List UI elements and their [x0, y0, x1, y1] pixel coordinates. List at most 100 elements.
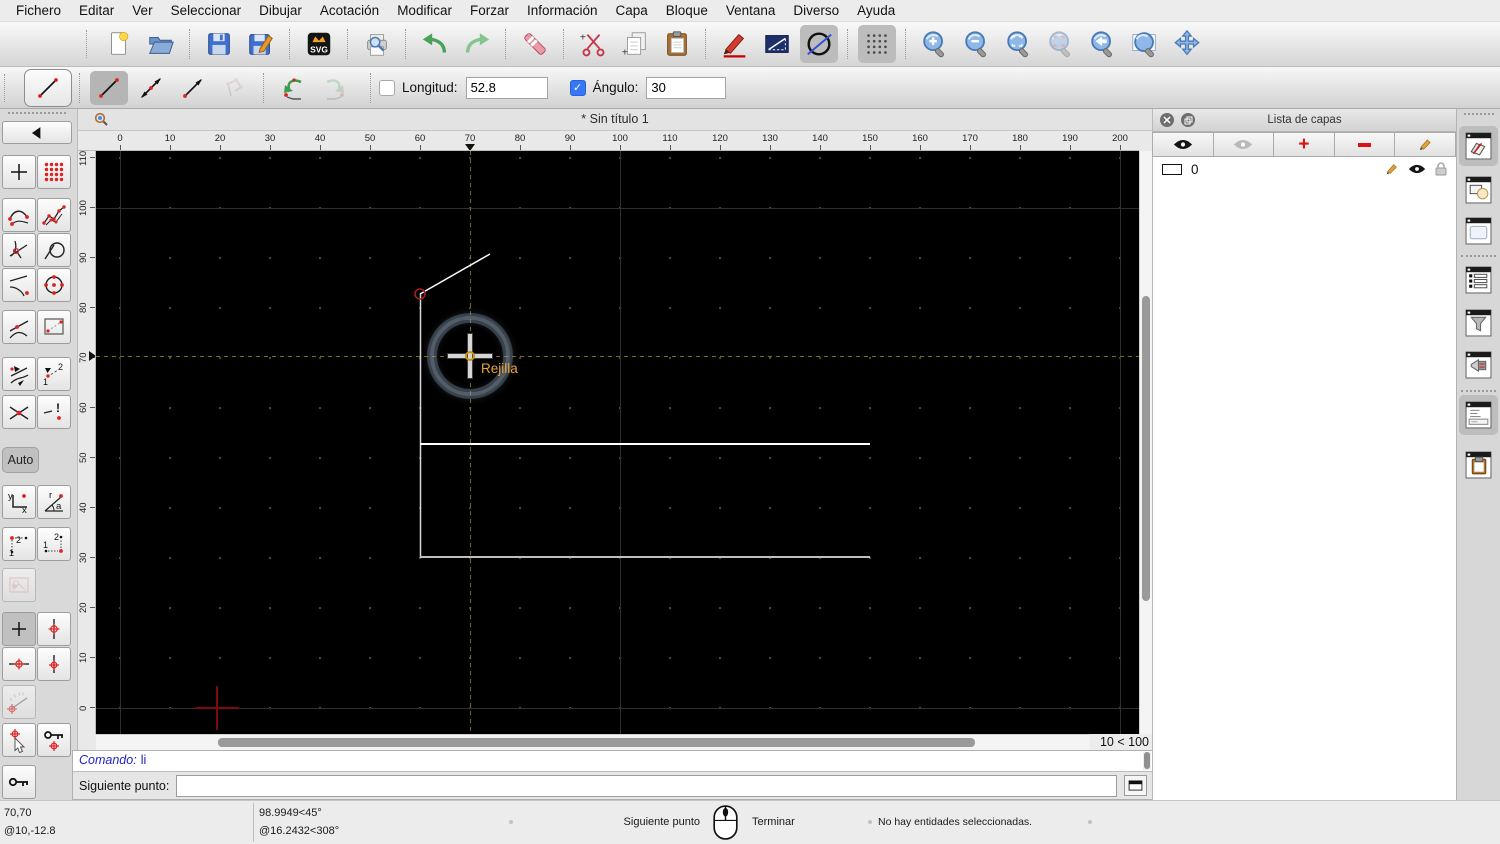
line-segment-button[interactable]	[90, 70, 128, 105]
points-grid-button[interactable]	[37, 155, 71, 189]
polyline-points-button[interactable]	[37, 198, 71, 232]
order-12-a-button[interactable]: 21	[2, 527, 36, 561]
menu-bloque[interactable]: Bloque	[657, 3, 717, 18]
line-exclaim-button[interactable]: !	[37, 395, 71, 429]
menu-modificar[interactable]: Modificar	[388, 3, 461, 18]
layer-row[interactable]: 0	[1153, 157, 1456, 181]
pen-edit-button[interactable]	[716, 25, 754, 63]
order-12-button[interactable]: 12	[37, 357, 71, 391]
spline-points-button[interactable]	[2, 198, 36, 232]
edit-layer-button[interactable]	[1394, 132, 1456, 157]
scrollbar-thumb[interactable]	[218, 738, 975, 747]
pencil-icon[interactable]	[1385, 162, 1399, 176]
menu-informacion[interactable]: Información	[518, 3, 607, 18]
order-12-b-button[interactable]: 21	[37, 527, 71, 561]
undo-button[interactable]	[416, 25, 454, 63]
key-target-button[interactable]	[37, 723, 71, 757]
angle-gauge-button[interactable]	[2, 685, 36, 719]
open-file-button[interactable]	[142, 25, 180, 63]
zoom-back-button[interactable]	[1084, 25, 1122, 63]
drawing-canvas[interactable]: Rejilla	[96, 151, 1139, 734]
dock-blocks-button[interactable]	[1459, 170, 1498, 210]
menu-capa[interactable]: Capa	[607, 3, 657, 18]
grid-toggle-button[interactable]	[858, 25, 896, 63]
menu-ver[interactable]: Ver	[123, 3, 161, 18]
dock-clipboard-button[interactable]	[1459, 445, 1498, 485]
toolbar-handle[interactable]	[86, 30, 90, 58]
tangent-arc-button[interactable]	[2, 268, 36, 302]
hide-all-layers-button[interactable]	[1212, 132, 1275, 157]
circle-points-button[interactable]	[37, 268, 71, 302]
coord-ra-button[interactable]: ra	[37, 485, 71, 519]
move-arrows-button[interactable]	[2, 357, 36, 391]
length-input[interactable]	[465, 76, 548, 99]
cut-button[interactable]: +	[574, 25, 612, 63]
rect-dashed-button[interactable]	[37, 310, 71, 344]
copy-button[interactable]: +	[616, 25, 654, 63]
menu-diverso[interactable]: Diverso	[784, 3, 848, 18]
canvas-horizontal-scrollbar[interactable]	[96, 734, 1090, 750]
snap-plus-button[interactable]	[2, 612, 36, 646]
coord-yx-button[interactable]: yx	[2, 485, 36, 519]
dock-entities-button[interactable]	[1459, 260, 1498, 300]
ortho-rect-button[interactable]	[758, 25, 796, 63]
print-preview-button[interactable]	[358, 25, 396, 63]
toolbar-handle[interactable]	[4, 73, 8, 102]
snap-hline-button[interactable]	[2, 647, 36, 681]
show-all-layers-button[interactable]	[1152, 132, 1214, 157]
add-layer-button[interactable]: +	[1273, 132, 1335, 157]
dock-megaphone-button[interactable]	[1459, 345, 1498, 385]
command-input[interactable]	[176, 774, 1117, 797]
lock-icon[interactable]	[1435, 162, 1447, 176]
scrollbar-thumb[interactable]	[1144, 752, 1150, 769]
point-plus-button[interactable]	[2, 155, 36, 189]
key-lock-button[interactable]	[2, 765, 36, 799]
keyboard-toggle-button[interactable]	[1124, 775, 1147, 796]
scrollbar-thumb[interactable]	[1142, 296, 1150, 601]
save-as-button[interactable]	[242, 25, 280, 63]
snap-circle-button[interactable]	[800, 25, 838, 63]
intersect-cross-button[interactable]	[2, 395, 36, 429]
menu-dibujar[interactable]: Dibujar	[250, 3, 311, 18]
zoom-pan-button[interactable]	[1168, 25, 1206, 63]
zoom-out-button[interactable]	[958, 25, 996, 63]
snap-vshort-button[interactable]	[37, 647, 71, 681]
intersection-snap-button[interactable]	[2, 233, 36, 267]
delete-eraser-button[interactable]	[516, 25, 554, 63]
dock-command-button[interactable]	[1459, 395, 1498, 435]
line-arrow-button[interactable]	[174, 71, 212, 105]
menu-editar[interactable]: Editar	[70, 3, 123, 18]
menu-ventana[interactable]: Ventana	[717, 3, 785, 18]
angle-checkbox[interactable]: ✓	[569, 79, 586, 96]
polyline-button[interactable]	[216, 71, 254, 105]
menu-acotacion[interactable]: Acotación	[311, 3, 388, 18]
auto-button[interactable]: Auto	[2, 447, 39, 473]
redo-button[interactable]	[458, 25, 496, 63]
snap-vline-button[interactable]	[37, 612, 71, 646]
zoom-previous-button[interactable]	[1042, 25, 1080, 63]
svg-export-button[interactable]: SVG	[300, 25, 338, 63]
paste-button[interactable]	[658, 25, 696, 63]
save-button[interactable]	[200, 25, 238, 63]
circle-line-button[interactable]	[37, 233, 71, 267]
image-ghost-button[interactable]	[2, 568, 36, 602]
menu-fichero[interactable]: Fichero	[7, 3, 70, 18]
eye-icon[interactable]	[1408, 164, 1426, 174]
back-arrow-button[interactable]	[2, 121, 72, 144]
snap-cursor-button[interactable]	[2, 723, 36, 757]
canvas-vertical-scrollbar[interactable]	[1139, 151, 1152, 734]
command-history-scrollbar[interactable]	[1143, 752, 1151, 770]
dock-layers-button[interactable]	[1459, 126, 1498, 166]
dock-library-button[interactable]	[1459, 211, 1498, 251]
tangent-line-button[interactable]	[2, 310, 36, 344]
dock-handle[interactable]	[1464, 113, 1494, 115]
zoom-window-button[interactable]	[1126, 25, 1164, 63]
redo-segment-button[interactable]	[316, 71, 354, 105]
new-file-button[interactable]	[100, 25, 138, 63]
zoom-auto-button[interactable]	[1000, 25, 1038, 63]
current-tool-indicator[interactable]	[24, 68, 72, 107]
line-two-arrows-button[interactable]	[132, 71, 170, 105]
dock-filter-button[interactable]	[1459, 303, 1498, 343]
length-checkbox[interactable]	[379, 79, 395, 96]
layer-color-swatch[interactable]	[1162, 163, 1182, 175]
